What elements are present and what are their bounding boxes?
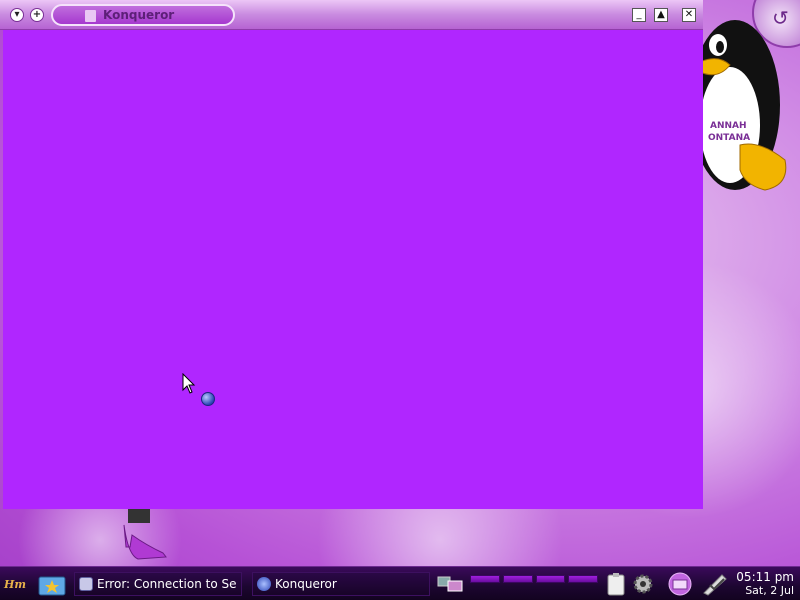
- window-title-pill[interactable]: Konqueror: [51, 4, 235, 26]
- clock-time: 05:11 pm: [736, 570, 794, 584]
- hannah-montana-menu-icon[interactable]: Hm: [3, 571, 31, 597]
- window-content-area[interactable]: [3, 30, 703, 509]
- clock-date: Sat, 2 Jul: [745, 584, 794, 597]
- clock[interactable]: 05:11 pm Sat, 2 Jul: [736, 570, 794, 598]
- svg-text:ANNAH: ANNAH: [710, 121, 747, 131]
- konqueror-globe-icon: [257, 577, 271, 591]
- show-desktop-icon[interactable]: [436, 571, 466, 597]
- maximize-icon: ▲: [657, 9, 665, 20]
- close-button[interactable]: ✕: [682, 8, 696, 22]
- taskbar: Hm Error: Connection to Se Konqueror 05:…: [0, 566, 800, 600]
- pen-tool-icon[interactable]: [700, 571, 730, 597]
- desktop-pager[interactable]: [470, 575, 598, 593]
- pager-desktop-4[interactable]: [568, 575, 598, 583]
- mouse-pointer-icon: [182, 373, 196, 394]
- pager-desktop-2[interactable]: [502, 575, 533, 583]
- konqueror-window: ▾ + Konqueror _ ▲ ✕: [0, 0, 703, 510]
- chevron-down-icon: ▾: [14, 9, 20, 20]
- window-menu-button[interactable]: ▾: [10, 8, 24, 22]
- svg-text:ONTANA: ONTANA: [708, 133, 750, 143]
- mail-icon[interactable]: [666, 571, 694, 597]
- maximize-button[interactable]: ▲: [654, 8, 668, 22]
- folder-icon[interactable]: [37, 571, 67, 597]
- minimize-icon: _: [636, 9, 642, 20]
- pager-desktop-1[interactable]: [470, 575, 500, 583]
- settings-gear-icon[interactable]: [630, 571, 656, 597]
- shield-icon: [79, 577, 93, 591]
- sticky-button[interactable]: +: [30, 8, 44, 22]
- window-title: Konqueror: [103, 8, 175, 22]
- plus-icon: +: [32, 9, 42, 20]
- tux-mascot-icon: ANNAH ONTANA: [690, 20, 787, 191]
- pager-desktop-3[interactable]: [535, 575, 566, 583]
- taskbar-task-error[interactable]: Error: Connection to Se: [74, 572, 242, 596]
- close-icon: ✕: [684, 9, 694, 20]
- high-heel-shoe-icon: [123, 505, 167, 560]
- taskbar-task-konqueror[interactable]: Konqueror: [252, 572, 430, 596]
- busy-globe-icon: [201, 392, 215, 406]
- clipboard-icon[interactable]: [604, 571, 630, 597]
- minimize-button[interactable]: _: [632, 8, 646, 22]
- window-titlebar[interactable]: ▾ + Konqueror _ ▲ ✕: [0, 0, 703, 30]
- svg-text:Hm: Hm: [3, 578, 26, 591]
- task-label: Error: Connection to Se: [97, 577, 237, 591]
- task-label: Konqueror: [275, 577, 337, 591]
- document-icon: [85, 10, 96, 22]
